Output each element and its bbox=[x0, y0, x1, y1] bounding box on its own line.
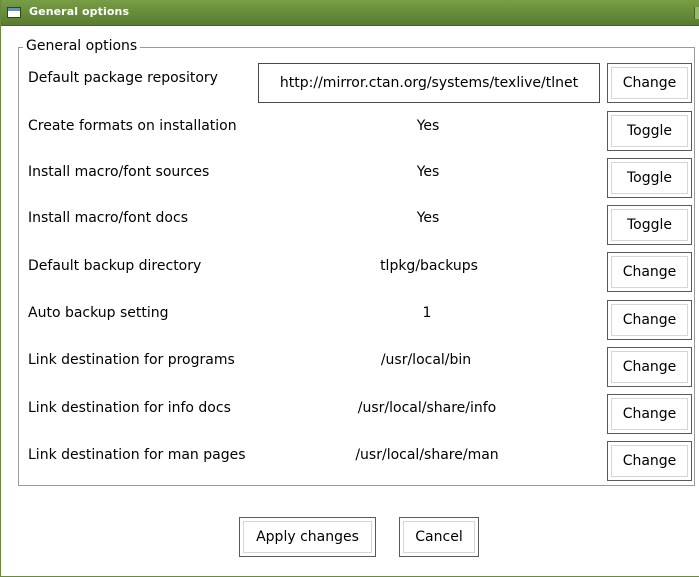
row-value-link-man-pages: /usr/local/share/man bbox=[355, 447, 499, 463]
toggle-install-sources-button[interactable]: Toggle bbox=[607, 158, 692, 198]
window-title: General options bbox=[29, 5, 130, 18]
change-link-programs-button[interactable]: Change bbox=[607, 347, 692, 387]
row-value-install-sources: Yes bbox=[416, 164, 440, 180]
change-repository-button[interactable]: Change bbox=[607, 63, 692, 103]
change-link-info-docs-button[interactable]: Change bbox=[607, 394, 692, 434]
group-legend: General options bbox=[23, 38, 141, 54]
title-bar[interactable]: General options bbox=[1, 0, 699, 26]
row-label-link-programs: Link destination for programs bbox=[28, 352, 235, 368]
row-label-link-man-pages: Link destination for man pages bbox=[28, 447, 246, 463]
apply-changes-button[interactable]: Apply changes bbox=[239, 517, 376, 557]
row-label-link-info-docs: Link destination for info docs bbox=[28, 400, 231, 416]
window-control-button[interactable] bbox=[694, 7, 699, 19]
window-icon bbox=[7, 7, 21, 18]
row-label-create-formats: Create formats on installation bbox=[28, 118, 237, 134]
toggle-install-docs-button[interactable]: Toggle bbox=[607, 205, 692, 245]
change-link-man-pages-button[interactable]: Change bbox=[607, 441, 692, 481]
row-value-install-docs: Yes bbox=[416, 210, 440, 226]
row-value-auto-backup: 1 bbox=[422, 305, 432, 321]
row-label-install-sources: Install macro/font sources bbox=[28, 164, 210, 180]
row-value-create-formats: Yes bbox=[416, 118, 440, 134]
repository-url-field: http://mirror.ctan.org/systems/texlive/t… bbox=[258, 63, 600, 103]
toggle-create-formats-button[interactable]: Toggle bbox=[607, 111, 692, 151]
row-label-auto-backup: Auto backup setting bbox=[28, 305, 169, 321]
row-value-link-info-docs: /usr/local/share/info bbox=[357, 400, 497, 416]
row-label-install-docs: Install macro/font docs bbox=[28, 210, 188, 226]
row-value-link-programs: /usr/local/bin bbox=[380, 352, 472, 368]
general-options-window: General options General options Default … bbox=[0, 0, 699, 577]
row-value-backup-directory: tlpkg/backups bbox=[380, 258, 478, 274]
change-backup-directory-button[interactable]: Change bbox=[607, 252, 692, 292]
change-auto-backup-button[interactable]: Change bbox=[607, 300, 692, 340]
row-label-default-package-repository: Default package repository bbox=[28, 70, 218, 86]
cancel-button[interactable]: Cancel bbox=[399, 517, 479, 557]
row-label-backup-directory: Default backup directory bbox=[28, 258, 202, 274]
